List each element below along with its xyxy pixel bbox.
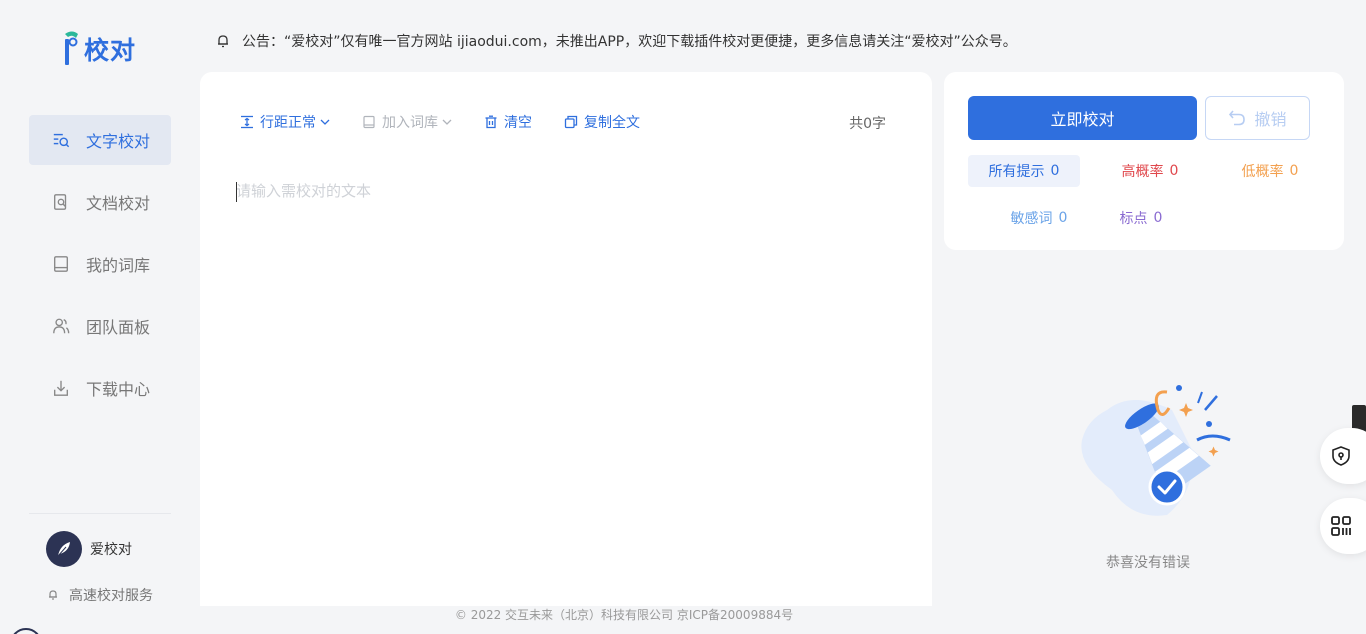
privacy-float-button[interactable] xyxy=(1320,428,1366,484)
feather-icon xyxy=(57,542,70,557)
filter-label: 所有提示 xyxy=(988,164,1045,180)
filter-punctuation[interactable]: 标点 0 xyxy=(1085,202,1197,234)
line-spacing-icon xyxy=(241,115,253,129)
sidebar-item-team-panel[interactable]: 团队面板 xyxy=(29,301,171,351)
sidebar-item-text-check[interactable]: 文字校对 xyxy=(29,115,171,165)
text-input[interactable] xyxy=(236,180,896,580)
qr-code-icon xyxy=(1331,516,1351,536)
sidebar-item-label: 文档校对 xyxy=(86,194,151,213)
editor-toolbar: 行距正常 加入词库 清空 复制全文 xyxy=(240,112,672,132)
undo-icon xyxy=(1229,110,1246,126)
download-icon xyxy=(51,378,71,398)
filter-all-hints[interactable]: 所有提示 0 xyxy=(968,155,1080,187)
book-icon xyxy=(51,254,71,274)
sidebar-item-label: 文字校对 xyxy=(86,132,151,151)
editor-card: 行距正常 加入词库 清空 复制全文 共0字 xyxy=(200,72,932,606)
proofread-now-button[interactable]: 立即校对 xyxy=(968,96,1197,140)
service-link[interactable]: 高速校对服务 xyxy=(47,585,153,605)
filter-label: 低概率 xyxy=(1241,164,1284,180)
help-icon[interactable] xyxy=(10,628,42,634)
word-count: 共0字 xyxy=(849,116,886,132)
copy-all-button[interactable]: 复制全文 xyxy=(564,112,640,132)
filter-label: 高概率 xyxy=(1121,164,1164,180)
filter-high-probability[interactable]: 高概率 0 xyxy=(1094,155,1206,187)
sidebar-item-label: 我的词库 xyxy=(86,256,151,275)
document-check-icon xyxy=(51,192,71,212)
sidebar-item-my-dictionary[interactable]: 我的词库 xyxy=(29,239,171,289)
copy-all-label: 复制全文 xyxy=(584,115,640,131)
chevron-down-icon xyxy=(442,119,452,125)
user-profile[interactable]: 爱校对 xyxy=(46,531,132,567)
clear-label: 清空 xyxy=(504,115,532,131)
logo[interactable]: 校对 xyxy=(62,30,136,68)
sidebar-item-label: 团队面板 xyxy=(86,318,151,337)
sidebar-item-document-check[interactable]: 文档校对 xyxy=(29,177,171,227)
add-to-dictionary-dropdown[interactable]: 加入词库 xyxy=(362,112,452,132)
sidebar: 校对 文字校对 文档校对 我的词库 团队面板 下载中心 爱校对 高速校对服务 xyxy=(0,0,200,634)
copy-icon xyxy=(564,115,578,129)
filter-label: 敏感词 xyxy=(1010,211,1053,227)
empty-state-text: 恭喜没有错误 xyxy=(1106,555,1190,571)
sidebar-nav: 文字校对 文档校对 我的词库 团队面板 下载中心 xyxy=(29,115,171,425)
shield-lock-icon xyxy=(1332,446,1350,466)
footer-copyright: © 2022 交互未来（北京）科技有限公司 京ICP备20009884号 xyxy=(454,608,794,622)
announcement-text: 公告：“爱校对”仅有唯一官方网站 ijiaodui.com，未推出APP，欢迎下… xyxy=(242,34,1017,50)
filter-count: 0 xyxy=(1153,210,1163,226)
party-popper-illustration xyxy=(1081,385,1231,516)
text-caret xyxy=(236,182,237,202)
service-label: 高速校对服务 xyxy=(69,588,153,604)
filter-count: 0 xyxy=(1289,163,1299,179)
trash-icon xyxy=(485,115,497,129)
user-name: 爱校对 xyxy=(90,542,132,558)
undo-label: 撤销 xyxy=(1254,110,1287,129)
logo-text: 校对 xyxy=(84,36,137,65)
line-spacing-label: 行距正常 xyxy=(260,115,316,131)
text-check-icon xyxy=(51,130,71,150)
filter-count: 0 xyxy=(1050,163,1060,179)
bell-icon xyxy=(49,590,57,600)
chevron-down-icon xyxy=(320,119,330,125)
logo-mark-icon xyxy=(65,31,78,65)
book-icon xyxy=(363,115,375,129)
clear-button[interactable]: 清空 xyxy=(484,112,532,132)
qr-code-float-button[interactable] xyxy=(1320,498,1366,554)
announcement-bar: 公告：“爱校对”仅有唯一官方网站 ijiaodui.com，未推出APP，欢迎下… xyxy=(200,26,1366,56)
filter-count: 0 xyxy=(1058,210,1068,226)
line-spacing-dropdown[interactable]: 行距正常 xyxy=(240,112,330,132)
bell-icon xyxy=(218,35,228,48)
add-dictionary-label: 加入词库 xyxy=(382,115,438,131)
sidebar-divider xyxy=(29,513,171,514)
undo-button[interactable]: 撤销 xyxy=(1205,96,1310,140)
filter-sensitive-words[interactable]: 敏感词 0 xyxy=(983,202,1095,234)
filter-label: 标点 xyxy=(1119,211,1148,227)
sidebar-item-download-center[interactable]: 下载中心 xyxy=(29,363,171,413)
sidebar-item-label: 下载中心 xyxy=(86,380,151,399)
filter-low-probability[interactable]: 低概率 0 xyxy=(1214,155,1326,187)
avatar xyxy=(46,531,82,567)
proofread-panel: 立即校对 撤销 所有提示 0 高概率 0 低概率 0 敏感词 0 标点 0 xyxy=(944,72,1344,250)
filter-count: 0 xyxy=(1169,163,1179,179)
team-icon xyxy=(51,316,71,336)
